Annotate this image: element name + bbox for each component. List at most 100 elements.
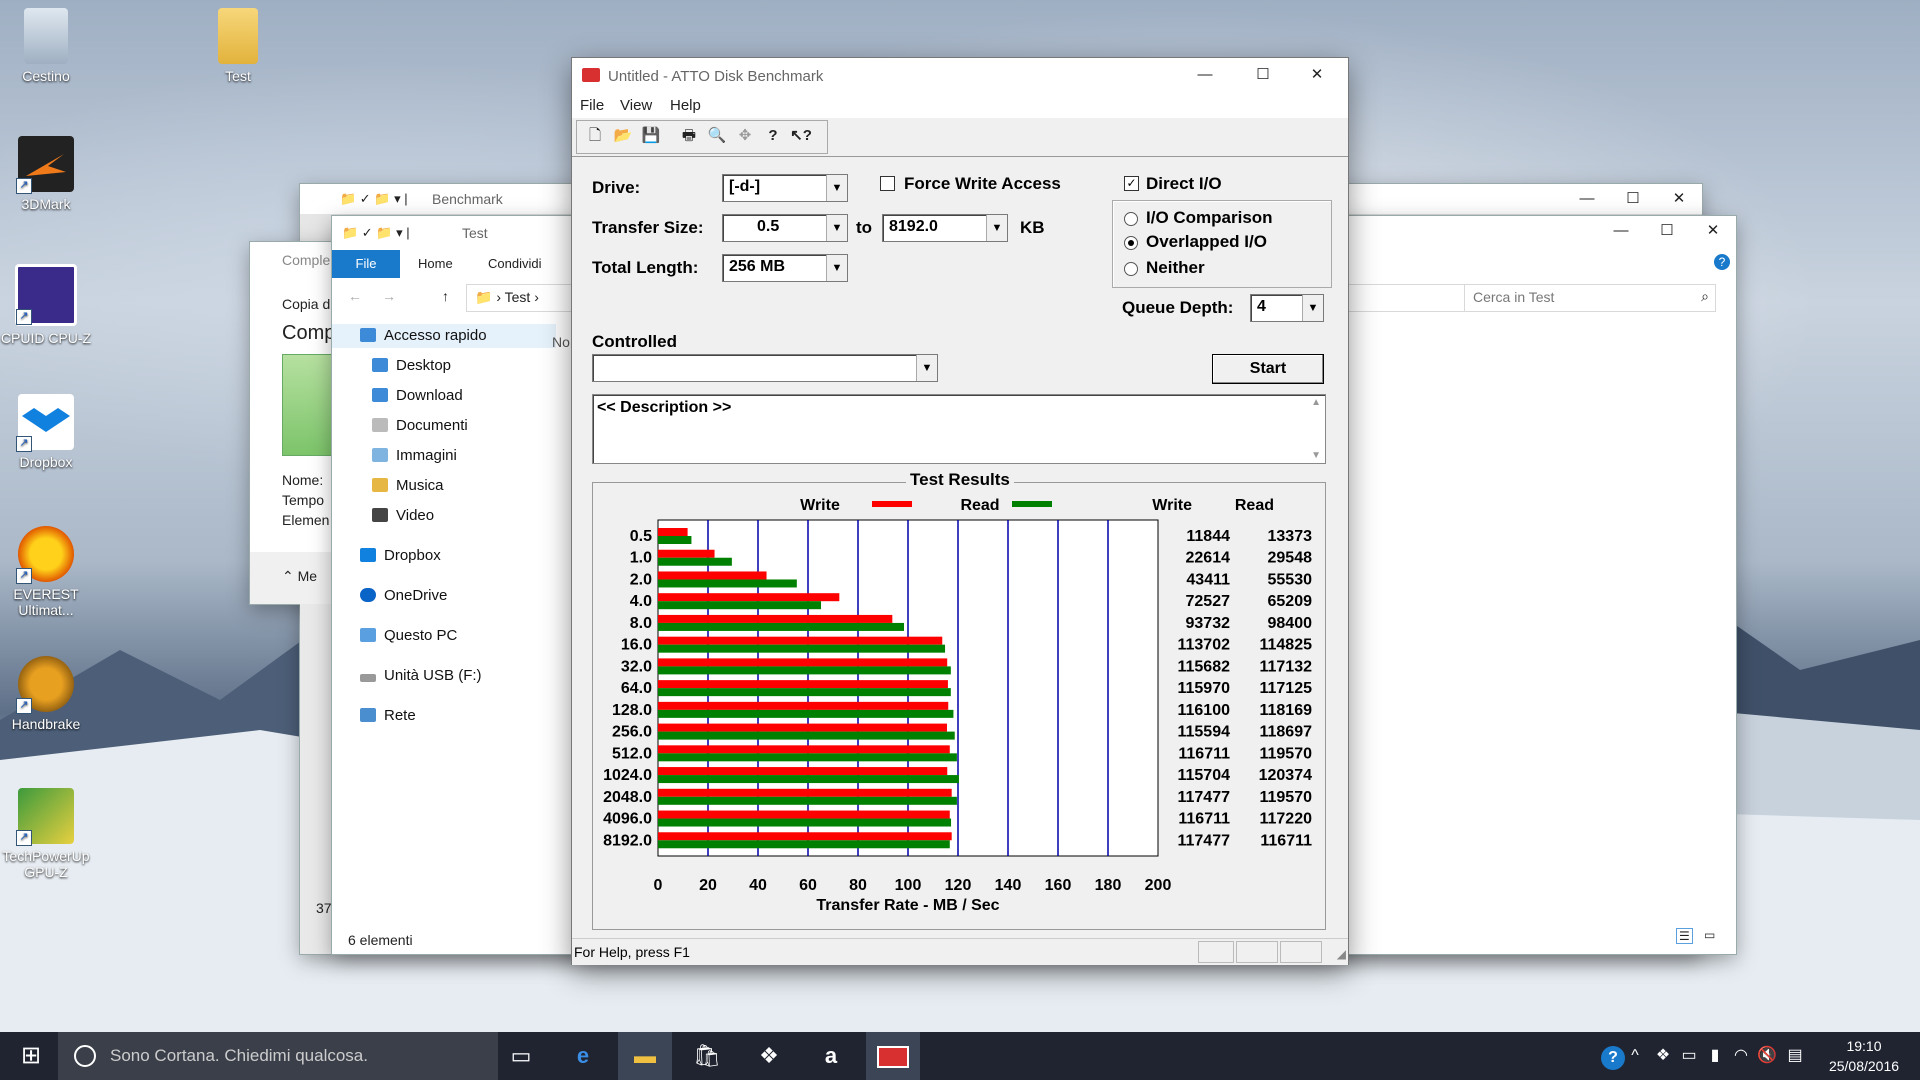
up-arrow-icon[interactable]: ↑ [442, 288, 449, 304]
desktop-icon-cpuz[interactable]: ↗ CPUID CPU-Z [0, 264, 94, 346]
category-label: 8192.0 [603, 832, 652, 849]
legend-write-swatch [872, 501, 912, 507]
read-bar [658, 775, 959, 784]
wifi-icon[interactable]: ◠ [1728, 1032, 1754, 1080]
back-arrow-icon[interactable]: ← [348, 288, 362, 304]
volume-muted-icon[interactable]: 🔇 [1754, 1032, 1780, 1080]
breadcrumb: 📁 › Test › [475, 289, 539, 305]
documents-icon [372, 418, 388, 432]
desktop-icon-test-folder[interactable]: Test [190, 8, 286, 84]
usb-tray-icon[interactable]: ▭ [1676, 1032, 1702, 1080]
action-center-icon[interactable]: ▤ [1782, 1032, 1808, 1080]
tab-file[interactable]: File [332, 250, 400, 278]
dropbox-tray-icon[interactable]: ❖ [1650, 1032, 1676, 1080]
read-bar [658, 601, 822, 610]
cortana-search-box[interactable]: Sono Cortana. Chiedimi qualcosa. [58, 1032, 498, 1080]
nav-immagini[interactable]: Immagini [372, 444, 457, 468]
category-label: 2048.0 [603, 789, 652, 806]
desktop-icon-label: Dropbox [19, 454, 73, 470]
desktop-icon-gpuz[interactable]: ↗ TechPowerUp GPU-Z [0, 788, 94, 880]
clock[interactable]: 19:10 25/08/2016 [1818, 1036, 1910, 1076]
star-icon [360, 328, 376, 342]
category-label: 0.5 [630, 528, 652, 545]
x-tick-label: 160 [1045, 877, 1072, 894]
category-label: 4096.0 [603, 811, 652, 828]
category-label: 32.0 [621, 658, 652, 675]
desktop-icon-dropbox[interactable]: ↗ Dropbox [0, 394, 94, 470]
nav-documenti[interactable]: Documenti [372, 414, 468, 438]
taskbar: ⊞ Sono Cortana. Chiedimi qualcosa. ▭ e ▬… [0, 1032, 1920, 1080]
amazon-icon[interactable]: a [804, 1032, 858, 1080]
maximize-button[interactable]: ☐ [1610, 184, 1656, 214]
chevron-up-icon[interactable]: ^ [1622, 1032, 1648, 1080]
nav-video[interactable]: Video [372, 504, 434, 528]
store-icon[interactable]: 🛍 [680, 1032, 734, 1080]
desktop-icon-everest[interactable]: ↗ EVEREST Ultimat... [0, 526, 94, 618]
write-bar [658, 636, 943, 645]
atto-taskbar-icon[interactable] [866, 1032, 920, 1080]
nav-quick-access[interactable]: Accesso rapido [332, 324, 556, 348]
3dmark-icon: ↗ [16, 136, 74, 194]
dropbox-icon[interactable]: ❖ [742, 1032, 796, 1080]
read-bar [658, 840, 950, 849]
start-button[interactable]: ⊞ [4, 1032, 58, 1080]
write-bar [658, 723, 947, 732]
window-title: Benchmark [432, 191, 503, 207]
network-icon [360, 708, 376, 722]
read-bar [658, 644, 946, 653]
nav-rete[interactable]: Rete [360, 704, 416, 728]
resize-grip-icon[interactable]: ◢ [1337, 947, 1346, 961]
x-tick-label: 0 [654, 877, 663, 894]
write-value: 116711 [1178, 811, 1230, 828]
copy-title: Comple [282, 252, 331, 268]
close-button[interactable]: ✕ [1690, 216, 1736, 246]
write-bar [658, 528, 688, 536]
navigation-pane: Accesso rapido Desktop Download Document… [332, 318, 556, 918]
help-icon[interactable]: ? [1714, 254, 1730, 270]
details-view-icon[interactable]: ☰ [1676, 928, 1693, 944]
nav-musica[interactable]: Musica [372, 474, 444, 498]
tiles-view-icon[interactable]: ▭ [1704, 928, 1715, 942]
status-pane-3 [1280, 941, 1322, 963]
nav-questo-pc[interactable]: Questo PC [360, 624, 457, 648]
dropbox-icon: ↗ [16, 394, 74, 452]
desktop-icon-recycle-bin[interactable]: Cestino [0, 8, 94, 84]
tab-condividi[interactable]: Condividi [488, 256, 541, 271]
minimize-button[interactable]: — [1564, 184, 1610, 214]
nav-download[interactable]: Download [372, 384, 463, 408]
desktop-icon-handbrake[interactable]: ↗ Handbrake [0, 656, 94, 732]
nav-dropbox[interactable]: Dropbox [360, 544, 441, 568]
edge-icon[interactable]: e [556, 1032, 610, 1080]
desktop-icon-label: Test [225, 68, 251, 84]
nav-onedrive[interactable]: OneDrive [360, 584, 447, 608]
category-label: 1.0 [630, 550, 652, 567]
nav-desktop[interactable]: Desktop [372, 354, 451, 378]
desktop-icon-label: Cestino [22, 68, 70, 84]
search-input[interactable]: Cerca in Test ⌕ [1464, 284, 1716, 312]
nav-usb-drive[interactable]: Unità USB (F:) [360, 664, 482, 688]
maximize-button[interactable]: ☐ [1644, 216, 1690, 246]
desktop-icon-3dmark[interactable]: ↗ 3DMark [0, 136, 94, 212]
copy-line1: Copia d [282, 296, 331, 312]
forward-arrow-icon[interactable]: → [382, 288, 396, 304]
write-bar [658, 549, 715, 558]
minimize-button[interactable]: — [1598, 216, 1644, 246]
close-button[interactable]: ✕ [1656, 184, 1702, 214]
read-bar [658, 753, 957, 762]
write-bar [658, 658, 948, 667]
tab-home[interactable]: Home [418, 256, 453, 271]
category-label: 64.0 [621, 680, 652, 697]
x-axis-label: Transfer Rate - MB / Sec [816, 897, 999, 914]
read-value: 117125 [1259, 680, 1312, 697]
file-explorer-icon[interactable]: ▬ [618, 1032, 672, 1080]
status-pane-1 [1198, 941, 1234, 963]
atto-window[interactable]: Untitled - ATTO Disk Benchmark — ☐ ✕ Fil… [572, 58, 1348, 965]
column-header-name[interactable]: No [552, 334, 570, 350]
write-bar [658, 832, 952, 841]
task-view-icon[interactable]: ▭ [494, 1032, 548, 1080]
read-value: 118697 [1259, 724, 1312, 741]
write-bar [658, 745, 950, 754]
desktop-icon-label: 3DMark [21, 196, 71, 212]
more-details-button[interactable]: ⌃ Me [282, 568, 317, 585]
battery-icon[interactable]: ▮ [1702, 1032, 1728, 1080]
